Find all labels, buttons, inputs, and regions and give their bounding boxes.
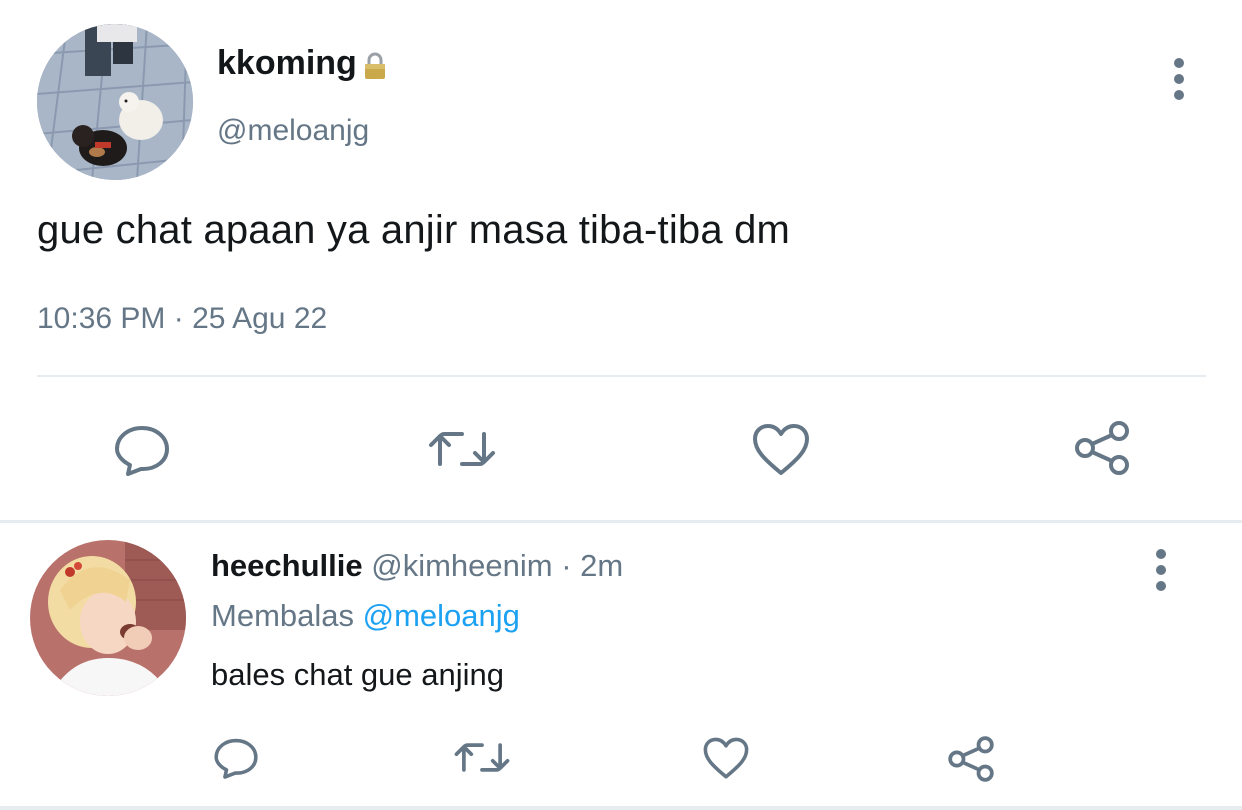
- avatar-photo: [30, 540, 186, 696]
- reply-button[interactable]: [113, 424, 171, 476]
- avatar[interactable]: [37, 24, 193, 180]
- kebab-icon[interactable]: [1154, 549, 1168, 591]
- heart-icon: [703, 737, 749, 779]
- share-icon: [948, 736, 994, 782]
- reply-header: heechullie @kimheenim · 2m: [211, 548, 623, 584]
- heart-icon: [753, 424, 809, 475]
- retweet-icon: [454, 743, 510, 772]
- avatar-photo: [37, 24, 193, 180]
- divider: [0, 520, 1242, 523]
- display-name[interactable]: heechullie: [211, 548, 363, 583]
- replying-prefix: Membalas: [211, 598, 354, 633]
- reply-icon: [214, 738, 258, 779]
- lock-icon: [364, 52, 385, 79]
- tweet-text: gue chat apaan ya anjir masa tiba-tiba d…: [37, 208, 791, 252]
- author-handle[interactable]: @meloanjg: [217, 114, 369, 148]
- separator: ·: [561, 548, 572, 583]
- display-name[interactable]: kkoming: [217, 44, 357, 83]
- divider: [0, 806, 1242, 810]
- kebab-dot: [1156, 549, 1166, 559]
- reply-button[interactable]: [213, 737, 259, 779]
- kebab-dot: [1174, 58, 1184, 68]
- kebab-dot: [1174, 74, 1184, 84]
- divider: [37, 375, 1206, 377]
- retweet-button[interactable]: [428, 428, 496, 470]
- kebab-icon[interactable]: [1172, 58, 1186, 100]
- like-button[interactable]: [752, 423, 810, 477]
- reply-text: bales chat gue anjing: [211, 657, 505, 692]
- kebab-dot: [1174, 90, 1184, 100]
- tweet-timestamp[interactable]: 10:36 PM · 25 Agu 22: [37, 302, 327, 336]
- tweet-detail-page: kkoming @meloanjg gue chat apaan ya anji…: [0, 0, 1242, 810]
- kebab-dot: [1156, 565, 1166, 575]
- like-button[interactable]: [703, 737, 749, 780]
- retweet-icon: [429, 432, 495, 466]
- share-button[interactable]: [946, 734, 996, 784]
- reply-timestamp[interactable]: 2m: [580, 548, 623, 583]
- mention-link[interactable]: @meloanjg: [363, 598, 520, 633]
- reply-icon: [115, 426, 169, 476]
- author-name[interactable]: kkoming: [217, 44, 389, 83]
- share-icon: [1075, 421, 1129, 475]
- replying-to: Membalas @meloanjg: [211, 598, 520, 634]
- retweet-button[interactable]: [454, 740, 510, 775]
- kebab-dot: [1156, 581, 1166, 591]
- avatar[interactable]: [30, 540, 186, 696]
- share-button[interactable]: [1072, 418, 1132, 478]
- author-handle[interactable]: @kimheenim: [371, 548, 552, 583]
